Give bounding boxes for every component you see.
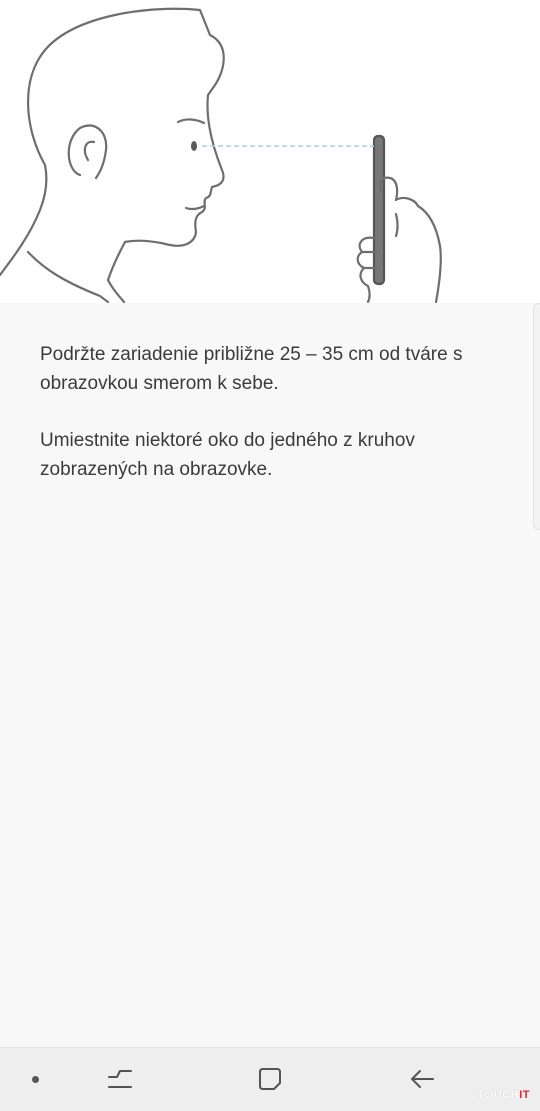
home-button[interactable] [250,1062,290,1096]
touchit-watermark: TOUCHIT [477,1089,530,1101]
instruction-distance: Podržte zariadenie približne 25 – 35 cm … [40,344,463,394]
dot-icon[interactable] [32,1076,39,1083]
instruction-eye-position: Umiestnite niektoré oko do jedného z kru… [40,430,415,480]
navigation-bar: TOUCHIT [0,1047,540,1111]
home-icon [259,1068,281,1090]
instructions-panel: Podržte zariadenie približne 25 – 35 cm … [0,303,540,1047]
person-holding-phone-icon [0,7,442,303]
recent-apps-button[interactable] [100,1062,140,1096]
face-scan-illustration [0,0,540,303]
back-arrow-icon [411,1070,434,1088]
recent-apps-icon [108,1070,132,1088]
back-button[interactable] [402,1062,442,1096]
edge-panel-handle[interactable] [533,303,540,530]
instructions-text: Podržte zariadenie približne 25 – 35 cm … [40,340,490,512]
